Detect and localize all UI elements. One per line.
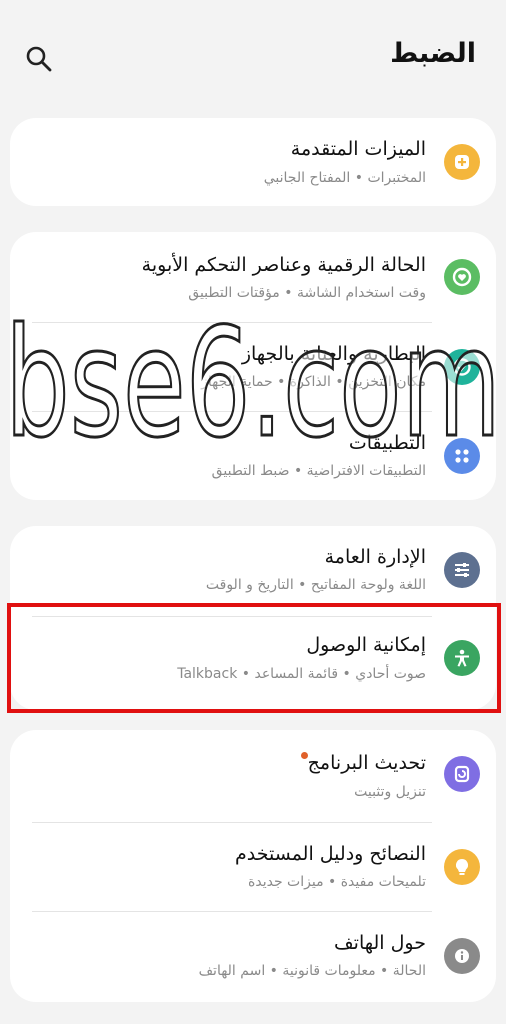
settings-item-apps[interactable]: التطبيقات التطبيقات الافتراضية • ضبط الت…: [10, 412, 496, 500]
item-label: الإدارة العامة: [324, 546, 426, 568]
item-label: تحديث البرنامج: [299, 752, 426, 774]
item-label: الحالة الرقمية وعناصر التحكم الأبوية: [141, 254, 426, 276]
highlight-frame: [7, 603, 501, 713]
heart-circle-icon: [444, 259, 480, 295]
lightbulb-icon: [444, 849, 480, 885]
settings-item-digital-wellbeing[interactable]: الحالة الرقمية وعناصر التحكم الأبوية وقت…: [10, 232, 496, 322]
item-subtitle: مكان التخزين • الذاكرة • حماية الجهاز: [201, 374, 426, 390]
item-subtitle: التطبيقات الافتراضية • ضبط التطبيق: [211, 463, 426, 479]
apps-grid-icon: [444, 438, 480, 474]
item-label: حول الهاتف: [334, 932, 426, 954]
card-wellbeing-group: الحالة الرقمية وعناصر التحكم الأبوية وقت…: [10, 232, 496, 500]
item-label: النصائح ودليل المستخدم: [235, 843, 426, 865]
item-label: الميزات المتقدمة: [290, 138, 426, 160]
item-label: التطبيقات: [348, 432, 426, 454]
settings-item-general-management[interactable]: الإدارة العامة اللغة ولوحة المفاتيح • ال…: [10, 526, 496, 614]
item-subtitle: المختبرات • المفتاح الجانبي: [263, 170, 426, 186]
card-support-group: تحديث البرنامج تنزيل وتثبيت النصائح ودلي…: [10, 730, 496, 1002]
item-label-text: تحديث البرنامج: [307, 752, 426, 774]
settings-item-battery-device-care[interactable]: البطارية والعناية بالجهاز مكان التخزين •…: [10, 323, 496, 411]
settings-item-software-update[interactable]: تحديث البرنامج تنزيل وتثبيت: [10, 730, 496, 822]
settings-item-tips[interactable]: النصائح ودليل المستخدم تلميحات مفيدة • م…: [10, 823, 496, 911]
item-label: البطارية والعناية بالجهاز: [241, 343, 426, 365]
item-subtitle: وقت استخدام الشاشة • مؤقتات التطبيق: [188, 285, 426, 301]
item-subtitle: تلميحات مفيدة • ميزات جديدة: [248, 874, 426, 890]
software-update-icon: [444, 756, 480, 792]
search-icon[interactable]: [24, 44, 54, 74]
settings-item-advanced-features[interactable]: الميزات المتقدمة المختبرات • المفتاح الج…: [10, 118, 496, 206]
header-bar: الضبط: [0, 0, 506, 115]
sliders-icon: [444, 552, 480, 588]
page-title: الضبط: [390, 38, 476, 69]
item-subtitle: تنزيل وتثبيت: [354, 784, 426, 800]
device-care-icon: [444, 349, 480, 385]
notification-dot: [300, 752, 308, 759]
settings-item-about-phone[interactable]: حول الهاتف الحالة • معلومات قانونية • اس…: [10, 912, 496, 1002]
item-subtitle: الحالة • معلومات قانونية • اسم الهاتف: [198, 963, 426, 979]
item-subtitle: اللغة ولوحة المفاتيح • التاريخ و الوقت: [205, 577, 426, 593]
info-icon: [444, 938, 480, 974]
plus-gear-icon: [444, 144, 480, 180]
card-advanced: الميزات المتقدمة المختبرات • المفتاح الج…: [10, 118, 496, 206]
